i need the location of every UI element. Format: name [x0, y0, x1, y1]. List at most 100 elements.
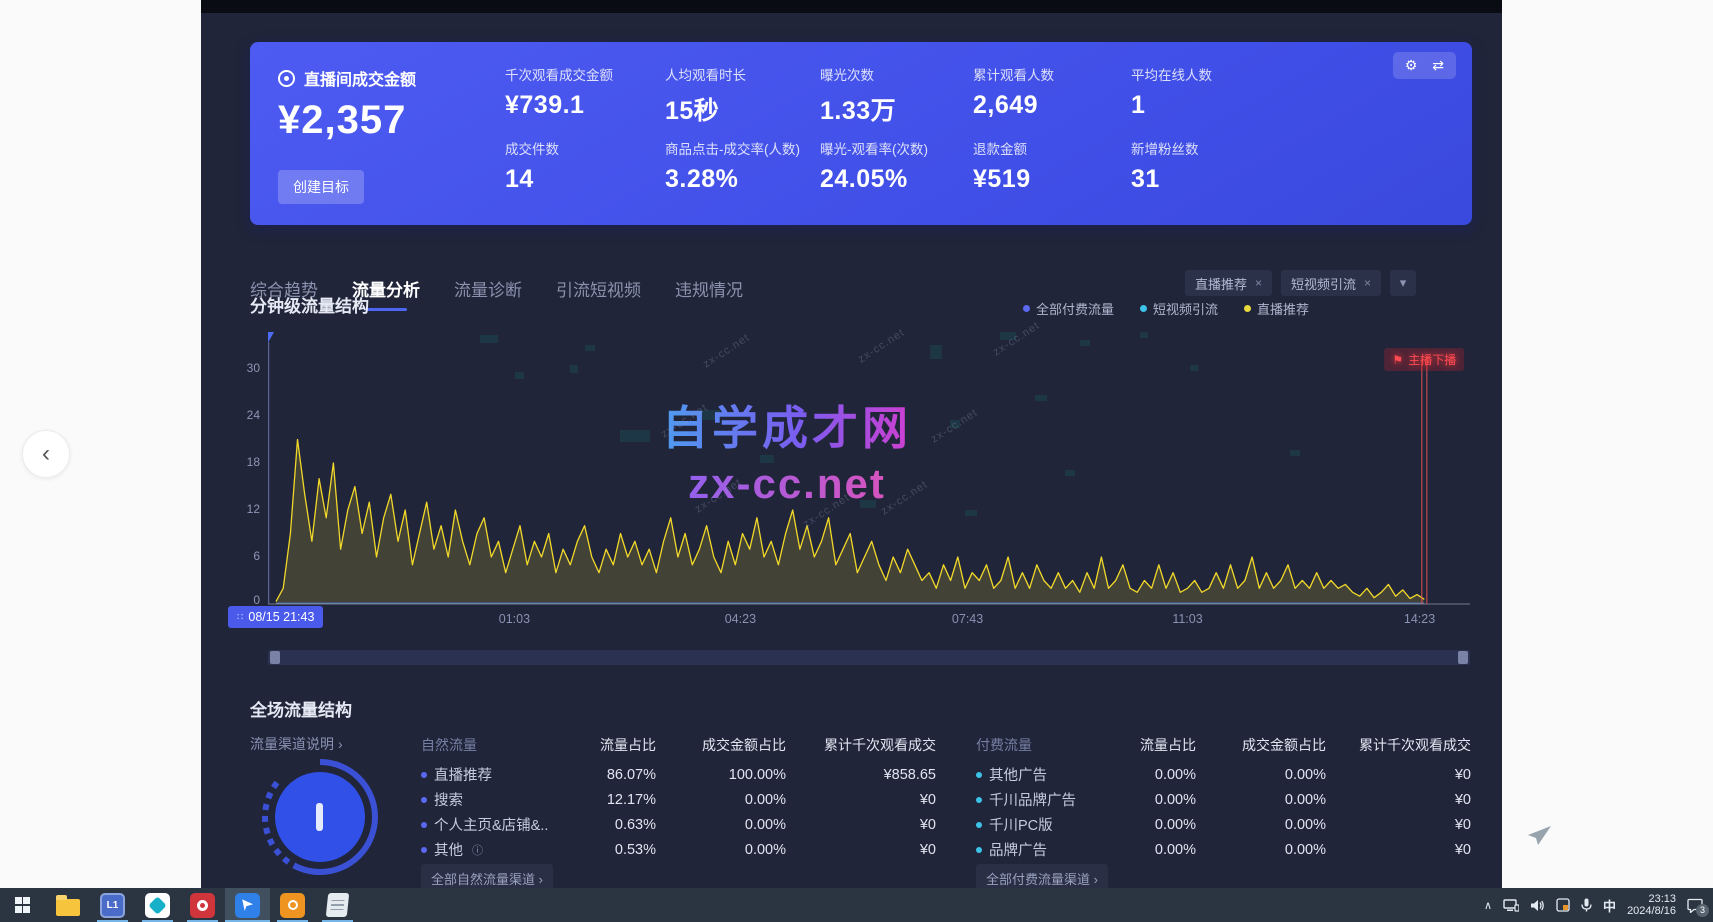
x-tick: 04:23	[725, 612, 756, 626]
kpi-title-label: 直播间成交金额	[304, 66, 416, 90]
chevron-right-icon: ›	[338, 736, 343, 752]
table-cell: 12.17%	[571, 787, 656, 812]
minute-traffic-chart[interactable]	[268, 330, 1470, 608]
metric-cell: 人均观看时长15秒	[665, 64, 820, 138]
network-icon[interactable]	[1503, 899, 1519, 912]
chip-close-icon[interactable]: ×	[1364, 276, 1371, 290]
table-cell: ¥0	[786, 787, 936, 812]
y-tick: 18	[226, 455, 260, 469]
folder-icon	[56, 899, 80, 916]
flag-icon: ⚑	[1392, 353, 1403, 367]
table-cell: 0.53%	[571, 837, 656, 862]
legend-dot	[1244, 305, 1251, 312]
chip-close-icon[interactable]: ×	[1255, 276, 1262, 290]
table-cell: 0.00%	[1126, 812, 1196, 837]
legend-live-recommend[interactable]: 直播推荐	[1244, 299, 1309, 318]
stream-end-marker[interactable]: ⚑ 主播下播	[1384, 348, 1464, 371]
teal-app-icon	[145, 893, 170, 918]
y-tick: 12	[226, 502, 260, 516]
tab-traffic-diagnosis[interactable]: 流量诊断	[454, 276, 522, 311]
microphone-icon[interactable]	[1581, 898, 1592, 912]
notepad-icon	[326, 893, 350, 917]
chevron-down-icon: ▾	[1400, 275, 1407, 291]
col-header: 自然流量	[421, 728, 571, 762]
windows-taskbar: L1 ∧ 中 23:13 2024/8/16 3	[0, 888, 1713, 922]
card-toolbar: ⚙ ⇄	[1393, 52, 1456, 79]
channel-dot-icon	[421, 822, 427, 828]
info-icon[interactable]: ⓘ	[472, 842, 483, 858]
swap-metrics-icon[interactable]: ⇄	[1432, 57, 1444, 74]
taskbar-clock[interactable]: 23:13 2024/8/16	[1627, 893, 1676, 918]
table-cell: 0.00%	[656, 812, 786, 837]
table-row-channel: 千川PC版	[976, 812, 1126, 837]
create-goal-button[interactable]: 创建目标	[278, 170, 364, 204]
app-orange-button[interactable]	[270, 888, 315, 922]
system-tray: ∧ 中 23:13 2024/8/16 3	[1484, 893, 1713, 918]
channel-explain-link[interactable]: 流量渠道说明 ›	[250, 734, 343, 754]
table-cell: 0.00%	[1196, 837, 1326, 862]
x-tick: 07:43	[952, 612, 983, 626]
table-cell: ¥0	[786, 837, 936, 862]
clock-time: 23:13	[1627, 893, 1676, 906]
filter-chip-short-video[interactable]: 短视频引流 ×	[1281, 270, 1381, 296]
metric-cell: 商品点击-成交率(人数)3.28%	[665, 138, 820, 212]
table-cell: ¥0	[1326, 762, 1471, 787]
notification-badge: 3	[1696, 904, 1709, 917]
table-row-channel: 其他广告	[976, 762, 1126, 787]
legend-paid-traffic[interactable]: 全部付费流量	[1023, 299, 1114, 318]
table-row-channel: 品牌广告	[976, 837, 1126, 862]
tray-expand-chevron-icon[interactable]: ∧	[1484, 899, 1492, 912]
send-icon[interactable]	[1528, 826, 1552, 851]
traffic-donut-chart	[258, 755, 382, 884]
back-button[interactable]: ‹	[22, 430, 70, 478]
filter-chip-live-recommend[interactable]: 直播推荐 ×	[1185, 270, 1272, 296]
window-top-strip	[201, 0, 1502, 13]
notification-center-icon[interactable]: 3	[1687, 898, 1703, 913]
range-handle-left[interactable]	[270, 651, 280, 664]
legend-dot	[1023, 305, 1030, 312]
table-cell: 0.00%	[656, 787, 786, 812]
start-button[interactable]	[0, 888, 45, 922]
clock-date: 2024/8/16	[1627, 905, 1676, 918]
channel-dot-icon	[421, 772, 427, 778]
channel-dot-icon	[976, 822, 982, 828]
tab-violations[interactable]: 违规情况	[675, 276, 743, 311]
app-red-button[interactable]	[180, 888, 225, 922]
metric-cell: 曝光-观看率(次数)24.05%	[820, 138, 973, 212]
col-header: 累计千次观看成交	[786, 728, 936, 762]
file-explorer-button[interactable]	[45, 888, 90, 922]
table-cell: ¥0	[786, 812, 936, 837]
volume-icon[interactable]	[1530, 899, 1545, 912]
y-tick: 24	[226, 408, 260, 422]
kpi-card-title: 直播间成交金额	[278, 66, 416, 90]
paid-traffic-table: 付费流量 流量占比 成交金额占比 累计千次观看成交 其他广告 0.00% 0.0…	[976, 728, 1471, 862]
blue-pointer-app-icon	[235, 893, 260, 918]
metric-cell: 退款金额¥519	[973, 138, 1131, 212]
app-l1-button[interactable]: L1	[90, 888, 135, 922]
tab-short-video[interactable]: 引流短视频	[556, 276, 641, 311]
minute-chart-title: 分钟级流量结构	[250, 292, 369, 317]
app-teal-button[interactable]	[135, 888, 180, 922]
x-axis-start-label[interactable]: ∷ 08/15 21:43	[228, 606, 323, 628]
channel-dot-icon	[421, 797, 427, 803]
dashboard-window: 直播间成交金额 ¥2,357 创建目标 千次观看成交金额¥739.1 人均观看时…	[201, 0, 1502, 888]
tray-app-icon[interactable]	[1556, 898, 1570, 912]
active-pointer-app-button[interactable]	[225, 888, 270, 922]
filter-dropdown-button[interactable]: ▾	[1390, 270, 1416, 296]
table-cell: 0.00%	[1196, 762, 1326, 787]
table-cell: 0.00%	[1196, 787, 1326, 812]
windows-logo-icon	[15, 897, 31, 913]
time-range-scrollbar[interactable]	[268, 650, 1470, 665]
table-cell: ¥858.65	[786, 762, 936, 787]
col-header: 流量占比	[571, 728, 656, 762]
settings-gear-icon[interactable]: ⚙	[1405, 57, 1418, 74]
kpi-card: 直播间成交金额 ¥2,357 创建目标 千次观看成交金额¥739.1 人均观看时…	[250, 42, 1472, 225]
channel-dot-icon	[976, 847, 982, 853]
col-header: 成交金额占比	[656, 728, 786, 762]
ime-indicator[interactable]: 中	[1603, 896, 1616, 915]
range-handle-right[interactable]	[1458, 651, 1468, 664]
metric-cell: 成交件数14	[505, 138, 665, 212]
table-row-channel: 直播推荐	[421, 762, 571, 787]
notepad-button[interactable]	[315, 888, 360, 922]
legend-short-video[interactable]: 短视频引流	[1140, 299, 1218, 318]
